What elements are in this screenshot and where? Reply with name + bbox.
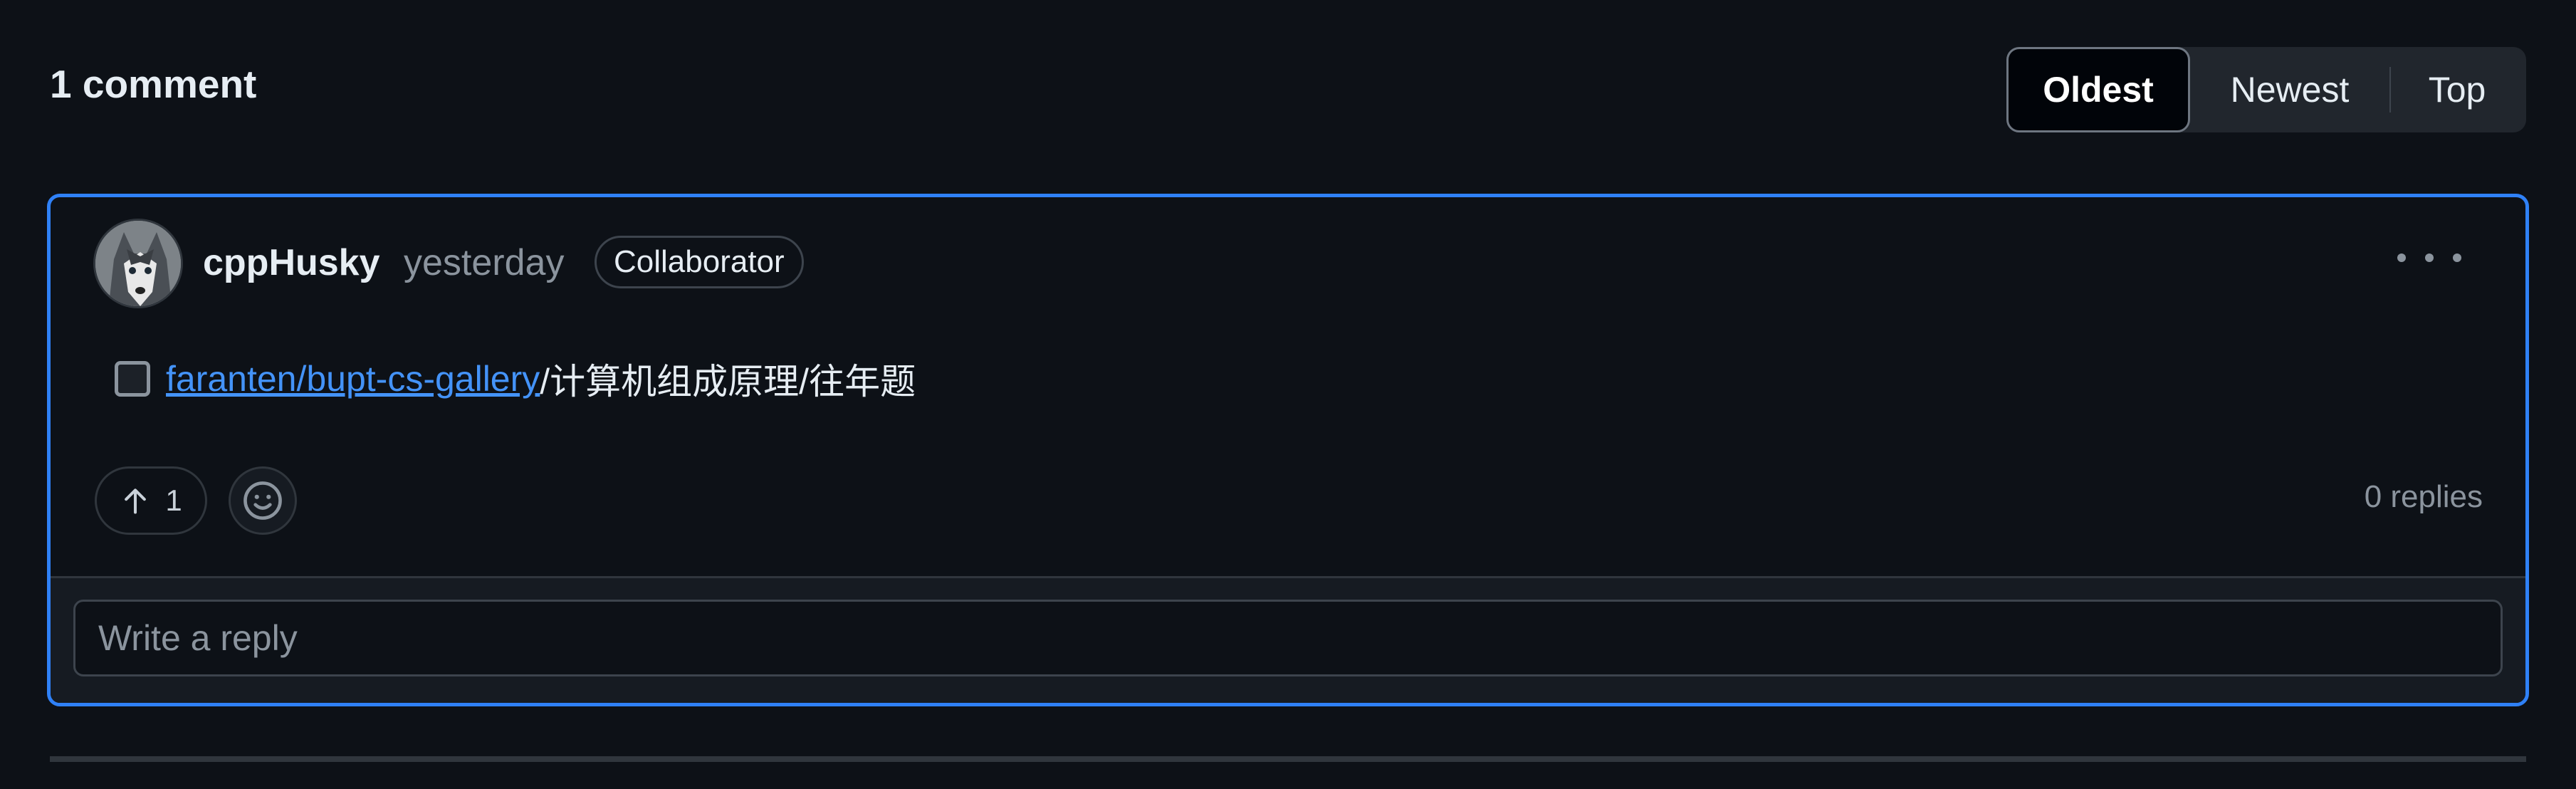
- comment-timestamp[interactable]: yesterday: [404, 241, 564, 284]
- avatar[interactable]: [93, 219, 183, 308]
- upvote-count: 1: [165, 484, 182, 517]
- comment-count: 1 comment: [50, 62, 257, 106]
- husky-avatar-image: [95, 221, 181, 306]
- section-divider: [50, 756, 2526, 762]
- upvote-button[interactable]: 1: [95, 466, 207, 535]
- reply-input[interactable]: [73, 600, 2503, 676]
- replies-count: 0 replies: [2364, 479, 2483, 514]
- more-options-icon[interactable]: [2397, 240, 2461, 276]
- comment-body: cppHusky yesterday Collaborator faranten…: [51, 197, 2525, 582]
- repo-link[interactable]: faranten/bupt-cs-gallery: [166, 358, 540, 399]
- comment-card: cppHusky yesterday Collaborator faranten…: [47, 194, 2529, 706]
- reply-section: [51, 576, 2525, 703]
- arrow-up-icon: [125, 488, 147, 514]
- task-list-item: faranten/bupt-cs-gallery /计算机组成原理/往年题: [115, 354, 916, 404]
- collaborator-badge: Collaborator: [595, 236, 804, 288]
- task-checkbox[interactable]: [115, 361, 150, 397]
- sort-top-button[interactable]: Top: [2391, 47, 2523, 132]
- sort-toggle: Oldest Newest Top: [2006, 47, 2526, 132]
- discussion-header: 1 comment Oldest Newest Top: [50, 47, 2526, 132]
- sort-newest-button[interactable]: Newest: [2190, 47, 2389, 132]
- smiley-icon: [244, 481, 282, 520]
- add-reaction-button[interactable]: [229, 466, 297, 535]
- sort-oldest-button[interactable]: Oldest: [2006, 47, 2190, 132]
- task-path-text: /计算机组成原理/往年题: [540, 362, 916, 402]
- comment-author[interactable]: cppHusky: [203, 241, 380, 284]
